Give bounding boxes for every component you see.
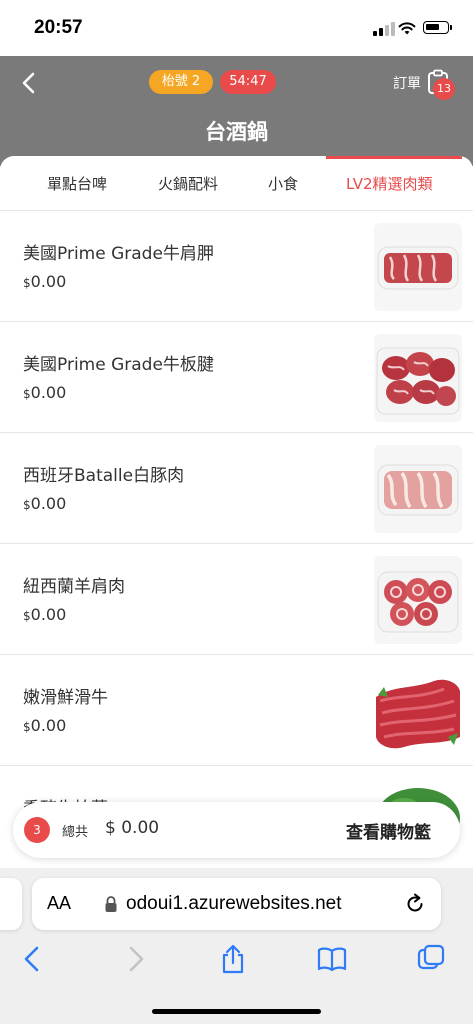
lamb-rolls-image	[374, 556, 462, 644]
item-name: 西班牙Batalle白豚肉	[23, 466, 185, 486]
item-price: $0.00	[23, 272, 67, 291]
cellular-signal-icon	[373, 22, 395, 36]
order-count-badge: 13	[433, 78, 455, 100]
menu-item[interactable]: 美國Prime Grade牛肩胛 $0.00	[0, 211, 473, 322]
sliced-beef-image	[374, 223, 462, 311]
cart-count-badge: 3	[24, 817, 50, 843]
menu-item[interactable]: 紐西蘭羊肩肉 $0.00	[0, 544, 473, 655]
item-name: 美國Prime Grade牛肩胛	[23, 244, 214, 264]
status-bar: 20:57	[0, 0, 473, 56]
item-price: $0.00	[23, 716, 67, 735]
battery-icon	[423, 21, 452, 34]
menu-panel: 單點台啤 火鍋配料 小食 LV2精選肉類 美國Prime Grade牛肩胛 $0…	[0, 156, 473, 868]
tab-beer[interactable]: 單點台啤	[47, 173, 107, 194]
cart-total: $ 0.00	[105, 818, 160, 838]
wifi-icon	[398, 22, 416, 35]
lock-icon	[105, 896, 117, 912]
sliced-pork-image	[374, 445, 462, 533]
share-icon[interactable]	[218, 944, 248, 974]
category-tabs: 單點台啤 火鍋配料 小食 LV2精選肉類	[0, 156, 473, 211]
browser-back-icon[interactable]	[18, 944, 48, 974]
active-tab-indicator	[326, 156, 462, 159]
url-text[interactable]: odoui1.azurewebsites.net	[126, 893, 341, 915]
shredded-beef-image	[374, 667, 462, 755]
menu-item[interactable]: 嫩滑鮮滑牛 $0.00	[0, 655, 473, 766]
cart-total-label: 總共	[62, 825, 89, 840]
cart-bar[interactable]: 3 總共 $ 0.00 查看購物籃	[13, 802, 460, 858]
item-name: 嫩滑鮮滑牛	[23, 688, 108, 708]
browser-toolbar: AA odoui1.azurewebsites.net	[0, 868, 473, 1024]
beef-rolls-image	[374, 334, 462, 422]
browser-forward-icon[interactable]	[120, 944, 150, 974]
view-cart-button[interactable]: 查看購物籃	[346, 818, 431, 843]
item-name: 紐西蘭羊肩肉	[23, 577, 125, 597]
tab-hotpot-ingredients[interactable]: 火鍋配料	[158, 173, 218, 194]
table-number-badge: 枱號 2	[149, 70, 213, 94]
home-indicator[interactable]	[152, 1009, 321, 1014]
reload-icon[interactable]	[404, 893, 426, 915]
previous-tab-preview[interactable]	[0, 878, 22, 930]
timer-badge: 54:47	[220, 70, 276, 94]
reader-settings-button[interactable]: AA	[47, 893, 71, 914]
item-name: 美國Prime Grade牛板腱	[23, 355, 214, 375]
status-time: 20:57	[34, 17, 83, 38]
tab-snacks[interactable]: 小食	[268, 173, 298, 194]
menu-item[interactable]: 西班牙Batalle白豚肉 $0.00	[0, 433, 473, 544]
item-price: $0.00	[23, 494, 67, 513]
order-label[interactable]: 訂單	[393, 73, 421, 93]
item-price: $0.00	[23, 383, 67, 402]
tabs-icon[interactable]	[417, 944, 447, 974]
address-bar[interactable]: AA odoui1.azurewebsites.net	[32, 878, 441, 930]
app-header: 枱號 2 54:47 訂單 13 台酒鍋	[0, 56, 473, 166]
menu-item[interactable]: 美國Prime Grade牛板腱 $0.00	[0, 322, 473, 433]
back-icon[interactable]	[14, 68, 44, 98]
bookmarks-icon[interactable]	[317, 944, 347, 974]
tab-lv2-meats[interactable]: LV2精選肉類	[346, 173, 433, 194]
item-price: $0.00	[23, 605, 67, 624]
page-title: 台酒鍋	[205, 120, 268, 144]
